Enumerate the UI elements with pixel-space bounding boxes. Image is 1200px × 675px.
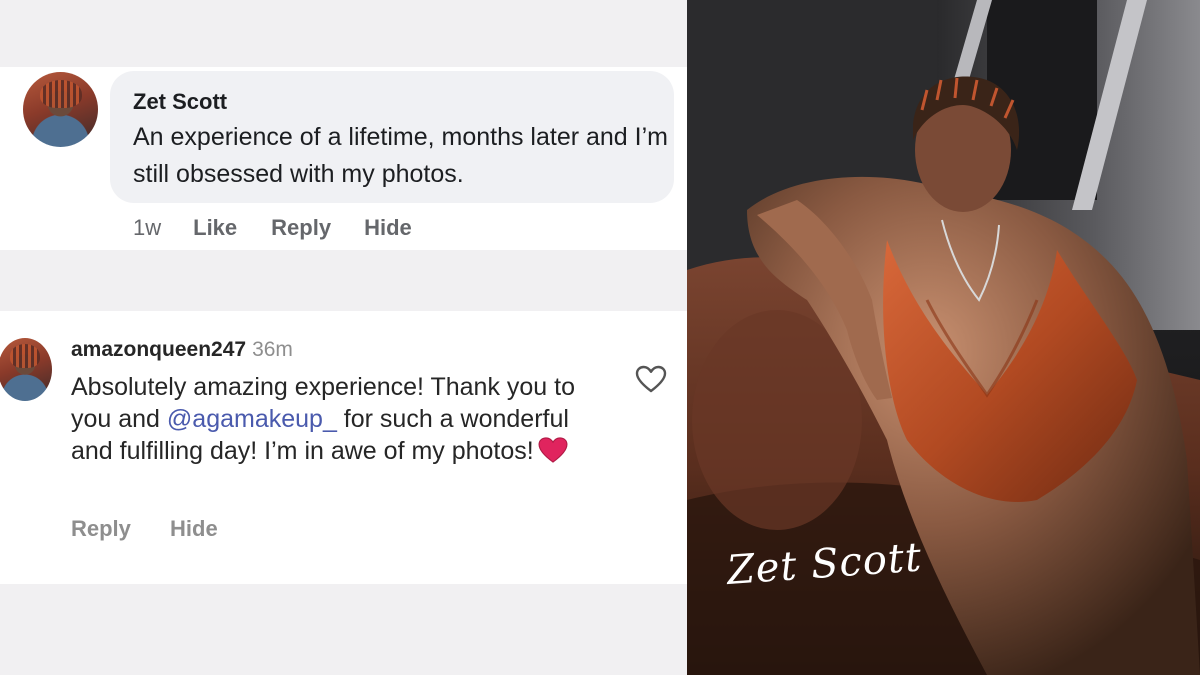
comment-bubble: Zet Scott An experience of a lifetime, m… [110, 71, 674, 203]
comment-time: 36m [252, 338, 293, 361]
hide-button[interactable]: Hide [170, 516, 218, 541]
red-heart-emoji-icon [538, 437, 568, 463]
comment-text: Absolutely amazing experience! Thank you… [71, 371, 611, 467]
avatar[interactable] [23, 72, 98, 147]
comment-actions: Reply Hide [71, 516, 218, 542]
comment-username[interactable]: amazonqueen247 [71, 338, 246, 361]
comment-text: An experience of a lifetime, months late… [133, 123, 668, 188]
instagram-comment: amazonqueen247 36m Absolutely amazing exp… [0, 311, 687, 584]
like-button[interactable]: Like [193, 215, 237, 241]
avatar[interactable] [0, 338, 52, 401]
mention-link[interactable]: @agamakeup_ [167, 405, 337, 433]
reviews-panel: Zet Scott An experience of a lifetime, m… [0, 0, 687, 675]
comment-time[interactable]: 1w [133, 215, 161, 241]
comment-actions: 1w Like Reply Hide [133, 215, 412, 241]
reply-button[interactable]: Reply [271, 215, 331, 241]
heart-outline-icon[interactable] [635, 365, 667, 393]
facebook-comment: Zet Scott An experience of a lifetime, m… [0, 67, 687, 250]
hide-button[interactable]: Hide [364, 215, 412, 241]
comment-header: amazonqueen247 36m [71, 338, 293, 362]
comment-author[interactable]: Zet Scott [133, 89, 227, 115]
reply-button[interactable]: Reply [71, 516, 131, 541]
